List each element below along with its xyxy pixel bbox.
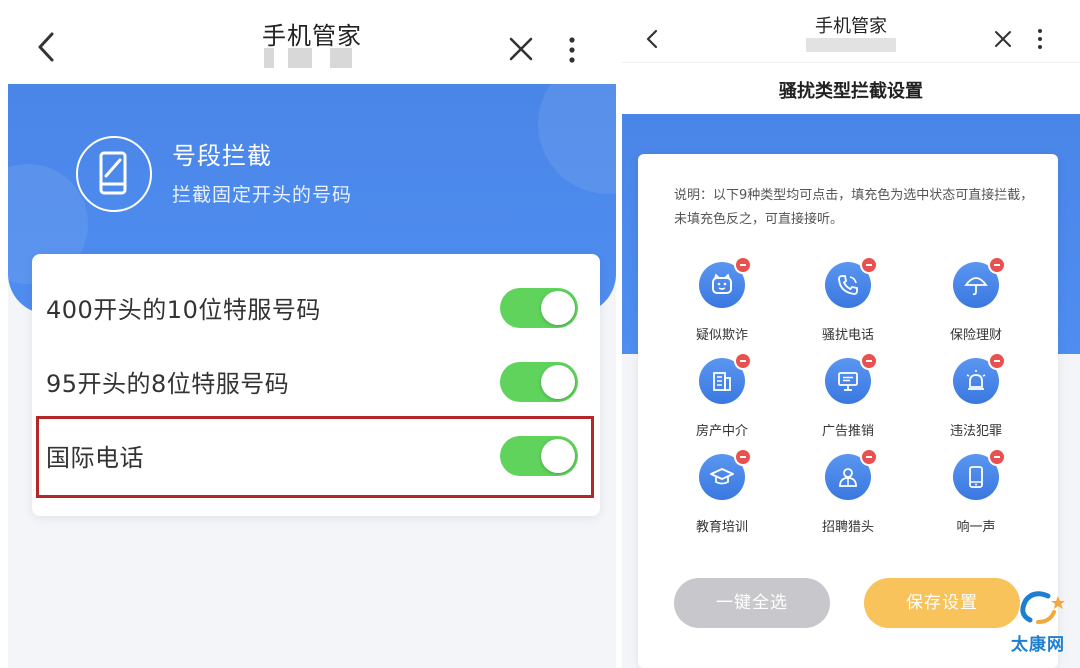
close-icon[interactable] — [994, 30, 1012, 48]
setting-row-400[interactable]: 400开头的10位特服号码 — [32, 272, 600, 342]
remove-badge-icon — [988, 448, 1006, 466]
page-title: 骚扰类型拦截设置 — [779, 81, 923, 102]
number-block-screen: 手机管家 号段拦截 拦截固定开头的号码 400开头的10位特服号码 95开头的8… — [8, 0, 616, 668]
instruction-text: 说明：以下9种类型均可点击，填充色为选中状态可直接拦截，未填充色反之，可直接接听… — [674, 188, 1034, 227]
save-settings-button[interactable]: 保存设置 — [864, 578, 1020, 628]
category-label: 教育培训 — [695, 520, 748, 535]
toggle-switch-on[interactable] — [500, 288, 578, 328]
category-education[interactable]: 教育培训 — [666, 448, 776, 540]
highlight-box — [36, 416, 594, 498]
more-options-icon[interactable] — [1036, 28, 1044, 50]
site-watermark: 太康网 — [1000, 590, 1076, 662]
blurred-phone-number — [806, 38, 896, 52]
category-card: 说明：以下9种类型均可点击，填充色为选中状态可直接拦截，未填充色反之，可直接接听… — [638, 154, 1058, 668]
screenshot-pair: 手机管家 号段拦截 拦截固定开头的号码 400开头的10位特服号码 95开头的8… — [0, 0, 1080, 668]
toggle-knob — [541, 365, 575, 399]
category-label: 响一声 — [956, 520, 996, 535]
toggle-switch-on[interactable] — [500, 362, 578, 402]
top-nav-bar: 手机管家 — [8, 0, 616, 84]
remove-badge-icon — [734, 448, 752, 466]
remove-badge-icon — [734, 352, 752, 370]
page-header: 骚扰类型拦截设置 — [622, 62, 1080, 114]
category-label: 保险理财 — [949, 328, 1002, 343]
setting-row-95[interactable]: 95开头的8位特服号码 — [32, 346, 600, 416]
category-insurance[interactable]: 保险理财 — [920, 256, 1030, 348]
category-label: 违法犯罪 — [949, 424, 1002, 439]
category-label: 疑似欺诈 — [695, 328, 748, 343]
top-nav-bar: 手机管家 — [622, 0, 1080, 62]
harassment-type-screen: 手机管家 骚扰类型拦截设置 说明：以下9种类型均可点击，填充色为选中状态可直接拦… — [622, 0, 1080, 668]
blurred-phone-number — [258, 48, 368, 68]
close-icon[interactable] — [508, 36, 534, 62]
category-advertising[interactable]: 广告推销 — [792, 352, 902, 444]
category-fraud[interactable]: 疑似欺诈 — [666, 256, 776, 348]
more-options-icon[interactable] — [566, 36, 578, 64]
category-label: 房产中介 — [695, 424, 748, 439]
remove-badge-icon — [988, 352, 1006, 370]
category-recruiting[interactable]: 招聘猎头 — [792, 448, 902, 540]
category-one-ring[interactable]: 响一声 — [920, 448, 1030, 540]
setting-label: 400开头的10位特服号码 — [46, 296, 321, 324]
select-all-button[interactable]: 一键全选 — [674, 578, 830, 628]
category-real-estate[interactable]: 房产中介 — [666, 352, 776, 444]
remove-badge-icon — [860, 256, 878, 274]
setting-label: 95开头的8位特服号码 — [46, 370, 290, 398]
watermark-logo-icon — [1020, 591, 1065, 624]
category-crime[interactable]: 违法犯罪 — [920, 352, 1030, 444]
hero-phone-icon — [76, 136, 152, 212]
watermark-text: 太康网 — [1011, 635, 1065, 655]
remove-badge-icon — [860, 352, 878, 370]
toggle-knob — [541, 291, 575, 325]
remove-badge-icon — [988, 256, 1006, 274]
category-label: 骚扰电话 — [821, 328, 874, 343]
category-label: 招聘猎头 — [821, 520, 874, 535]
remove-badge-icon — [734, 256, 752, 274]
remove-badge-icon — [860, 448, 878, 466]
hero-subtitle: 拦截固定开头的号码 — [172, 184, 353, 206]
category-harassment[interactable]: 骚扰电话 — [792, 256, 902, 348]
hero-title: 号段拦截 — [172, 142, 272, 170]
category-label: 广告推销 — [821, 424, 874, 439]
